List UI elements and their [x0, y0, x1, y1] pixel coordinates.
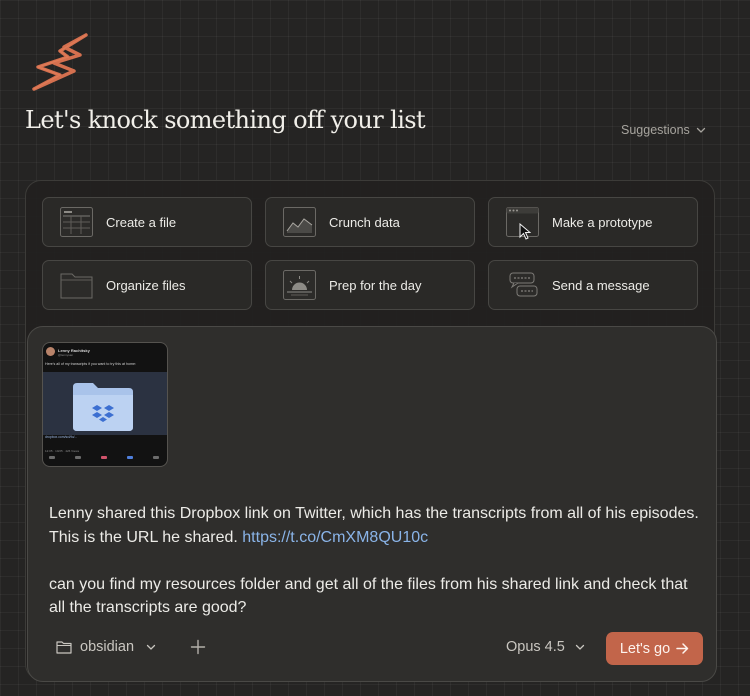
page-title: Let's knock something off your list [25, 106, 426, 134]
quick-action-create-file[interactable]: Create a file [42, 197, 252, 247]
attachment-tweet-text: Here's all of my transcripts if you want… [45, 362, 136, 366]
submit-button[interactable]: Let's go [606, 632, 703, 665]
submit-label: Let's go [619, 640, 671, 657]
attachment-actions [49, 456, 159, 459]
plus-icon [190, 639, 206, 655]
quick-action-label: Prep for the day [329, 277, 422, 293]
quick-action-label: Make a prototype [552, 214, 653, 230]
quick-action-send-message[interactable]: Send a message [488, 260, 698, 310]
chart-icon [283, 207, 316, 237]
suggestions-dropdown[interactable]: Suggestions [615, 121, 712, 139]
chevron-down-icon [575, 644, 584, 650]
attachment-handle: @lennysan [58, 353, 74, 357]
quick-action-label: Send a message [552, 277, 650, 293]
attachment-link: dropbox.com/scl/fo/... [45, 435, 78, 439]
folder-icon [60, 270, 93, 300]
bolt-s-logo-icon [32, 33, 88, 91]
dropbox-folder-icon [73, 383, 133, 431]
message-text[interactable]: Lenny shared this Dropbox link on Twitte… [49, 502, 699, 620]
message-link[interactable]: https://t.co/CmXM8QU10c [242, 529, 428, 546]
arrow-right-icon [676, 643, 689, 654]
add-attachment-button[interactable] [188, 637, 208, 657]
quick-action-prep-for-day[interactable]: Prep for the day [265, 260, 475, 310]
model-label: Opus 4.5 [506, 639, 565, 655]
quick-action-label: Create a file [106, 214, 177, 230]
quick-action-label: Organize files [106, 277, 186, 293]
attachment-meta: 12:05 · 10/25 · 426 Views [45, 449, 80, 453]
quick-action-label: Crunch data [329, 214, 400, 230]
suggestions-label: Suggestions [621, 123, 690, 137]
chat-bubbles-icon [506, 270, 539, 300]
sunrise-icon [283, 270, 316, 300]
avatar [46, 347, 55, 356]
quick-action-crunch-data[interactable]: Crunch data [265, 197, 475, 247]
spreadsheet-icon [60, 207, 93, 237]
message-line-2: can you find my resources folder and get… [49, 575, 688, 617]
quick-action-organize-files[interactable]: Organize files [42, 260, 252, 310]
image-attachment[interactable]: Lenny Rachitsky @lennysan Here's all of … [42, 342, 168, 467]
model-selector[interactable]: Opus 4.5 [506, 639, 585, 655]
project-label: obsidian [80, 639, 135, 655]
mouse-pointer-icon [519, 223, 531, 240]
project-selector[interactable]: obsidian [56, 639, 156, 655]
chevron-down-icon [696, 127, 705, 133]
message-composer[interactable]: Lenny Rachitsky @lennysan Here's all of … [27, 326, 717, 682]
folder-icon [56, 641, 72, 654]
chevron-down-icon [146, 644, 156, 650]
